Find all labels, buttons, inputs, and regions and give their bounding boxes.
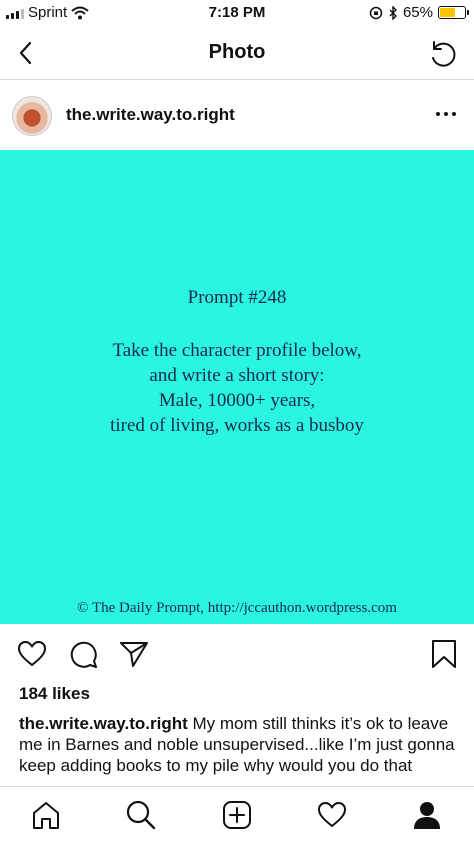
post-username[interactable]: the.write.way.to.right [66, 105, 235, 125]
status-bar: Sprint 7:18 PM 65% [0, 0, 474, 28]
tab-activity[interactable] [316, 799, 348, 831]
search-icon [126, 800, 156, 830]
refresh-button[interactable] [426, 37, 460, 71]
battery-level [440, 8, 455, 17]
post-image[interactable]: Prompt #248 Take the character profile b… [0, 150, 474, 624]
comment-icon [70, 641, 97, 668]
share-button[interactable] [118, 638, 150, 670]
like-button[interactable] [16, 638, 48, 670]
more-horizontal-icon [436, 112, 440, 116]
bluetooth-icon [389, 5, 397, 20]
tab-profile[interactable] [411, 799, 443, 831]
post-actions [0, 624, 474, 682]
more-options-button[interactable] [434, 106, 458, 122]
heart-icon [318, 802, 346, 827]
tab-home[interactable] [30, 799, 62, 831]
battery-percent: 65% [402, 4, 433, 21]
caption-username[interactable]: the.write.way.to.right [19, 714, 188, 733]
tab-add-post[interactable] [221, 799, 253, 831]
nav-header: Photo [0, 28, 474, 80]
prompt-line: and write a short story: [149, 365, 325, 386]
prompt-line: Take the character profile below, [112, 340, 362, 361]
prompt-number: Prompt #248 [187, 287, 287, 308]
comment-button[interactable] [68, 638, 100, 670]
send-icon [120, 642, 148, 667]
status-right: 65% [369, 4, 469, 21]
avatar[interactable] [12, 96, 52, 136]
save-button[interactable] [428, 638, 460, 670]
bookmark-icon [432, 640, 456, 668]
post-caption: the.write.way.to.right My mom still thin… [19, 713, 459, 785]
prompt-text: Take the character profile below, and wr… [0, 338, 474, 438]
image-credit: © The Daily Prompt, http://jccauthon.wor… [77, 600, 397, 616]
prompt-line: tired of living, works as a busboy [110, 415, 364, 436]
heart-icon [18, 641, 46, 666]
post-header: the.write.way.to.right [0, 80, 474, 150]
profile-icon [414, 802, 440, 829]
refresh-icon [432, 41, 456, 67]
home-icon [33, 802, 59, 829]
page-title: Photo [208, 41, 266, 63]
orientation-lock-icon [369, 6, 383, 19]
battery-icon [438, 6, 469, 19]
bottom-tab-bar [0, 786, 474, 843]
prompt-line: Male, 10000+ years, [158, 390, 316, 411]
add-post-icon [223, 801, 251, 829]
tab-search[interactable] [125, 799, 157, 831]
like-count[interactable]: 184 likes [19, 684, 90, 704]
